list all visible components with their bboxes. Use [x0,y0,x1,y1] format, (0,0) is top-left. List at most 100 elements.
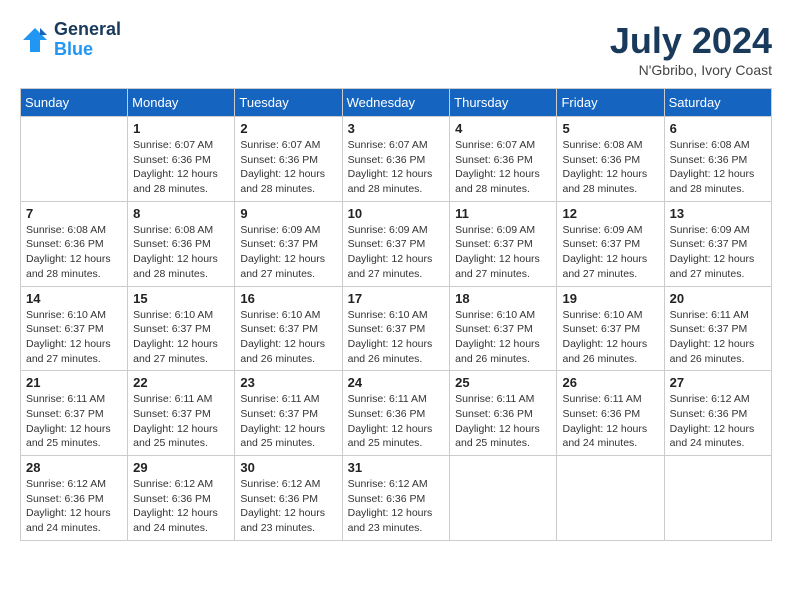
calendar-cell: 13 Sunrise: 6:09 AM Sunset: 6:37 PM Dayli… [664,201,771,286]
day-info: Sunrise: 6:10 AM Sunset: 6:37 PM Dayligh… [133,308,229,367]
day-number: 24 [348,375,445,390]
day-info: Sunrise: 6:12 AM Sunset: 6:36 PM Dayligh… [133,477,229,536]
calendar-cell: 4 Sunrise: 6:07 AM Sunset: 6:36 PM Daylig… [450,117,557,202]
calendar-header-friday: Friday [557,89,664,117]
month-year-title: July 2024 [610,20,772,62]
week-row-5: 28Sunrise: 6:12 AM Sunset: 6:36 PM Dayli… [21,456,772,541]
calendar-cell: 31Sunrise: 6:12 AM Sunset: 6:36 PM Dayli… [342,456,450,541]
day-info: Sunrise: 6:12 AM Sunset: 6:36 PM Dayligh… [670,392,766,451]
calendar-cell: 12Sunrise: 6:09 AM Sunset: 6:37 PM Dayli… [557,201,664,286]
day-info: Sunrise: 6:11 AM Sunset: 6:37 PM Dayligh… [26,392,122,451]
day-number: 2 [240,121,336,136]
calendar-header-saturday: Saturday [664,89,771,117]
calendar-cell: 30 Sunrise: 6:12 AM Sunset: 6:36 PM Dayli… [235,456,342,541]
day-number: 19 [562,291,658,306]
day-info: Sunrise: 6:11 AM Sunset: 6:37 PM Dayligh… [133,392,229,451]
calendar-cell [450,456,557,541]
day-info: Sunrise: 6:08 AM Sunset: 6:36 PM Dayligh… [133,223,229,282]
day-info: Sunrise: 6:09 AM Sunset: 6:37 PM Dayligh… [240,223,336,282]
day-number: 16 [240,291,336,306]
calendar-cell: 16Sunrise: 6:10 AM Sunset: 6:37 PM Dayli… [235,286,342,371]
day-info: Sunrise: 6:07 AM Sunset: 6:36 PM Dayligh… [455,138,551,197]
calendar-cell: 23 Sunrise: 6:11 AM Sunset: 6:37 PM Dayli… [235,371,342,456]
day-number: 25 [455,375,551,390]
calendar-cell: 24 Sunrise: 6:11 AM Sunset: 6:36 PM Dayli… [342,371,450,456]
day-info: Sunrise: 6:12 AM Sunset: 6:36 PM Dayligh… [348,477,445,536]
calendar-cell: 29 Sunrise: 6:12 AM Sunset: 6:36 PM Dayli… [128,456,235,541]
day-info: Sunrise: 6:08 AM Sunset: 6:36 PM Dayligh… [562,138,658,197]
day-info: Sunrise: 6:09 AM Sunset: 6:37 PM Dayligh… [348,223,445,282]
day-info: Sunrise: 6:07 AM Sunset: 6:36 PM Dayligh… [133,138,229,197]
calendar-cell: 26Sunrise: 6:11 AM Sunset: 6:36 PM Dayli… [557,371,664,456]
calendar-header-thursday: Thursday [450,89,557,117]
logo-text: General Blue [54,20,121,60]
day-number: 15 [133,291,229,306]
calendar-cell: 10 Sunrise: 6:09 AM Sunset: 6:37 PM Dayli… [342,201,450,286]
calendar-cell: 19 Sunrise: 6:10 AM Sunset: 6:37 PM Dayli… [557,286,664,371]
calendar-cell: 8 Sunrise: 6:08 AM Sunset: 6:36 PM Daylig… [128,201,235,286]
day-info: Sunrise: 6:07 AM Sunset: 6:36 PM Dayligh… [348,138,445,197]
title-block: July 2024 N'Gbribo, Ivory Coast [610,20,772,78]
calendar-cell: 18 Sunrise: 6:10 AM Sunset: 6:37 PM Dayli… [450,286,557,371]
calendar-cell: 5 Sunrise: 6:08 AM Sunset: 6:36 PM Daylig… [557,117,664,202]
day-info: Sunrise: 6:10 AM Sunset: 6:37 PM Dayligh… [562,308,658,367]
day-info: Sunrise: 6:11 AM Sunset: 6:37 PM Dayligh… [670,308,766,367]
calendar-cell: 9 Sunrise: 6:09 AM Sunset: 6:37 PM Daylig… [235,201,342,286]
day-info: Sunrise: 6:11 AM Sunset: 6:36 PM Dayligh… [562,392,658,451]
location-label: N'Gbribo, Ivory Coast [610,62,772,78]
day-number: 13 [670,206,766,221]
calendar-table: SundayMondayTuesdayWednesdayThursdayFrid… [20,88,772,541]
day-number: 23 [240,375,336,390]
day-number: 27 [670,375,766,390]
day-number: 18 [455,291,551,306]
day-number: 8 [133,206,229,221]
day-info: Sunrise: 6:11 AM Sunset: 6:36 PM Dayligh… [348,392,445,451]
day-number: 1 [133,121,229,136]
week-row-2: 7Sunrise: 6:08 AM Sunset: 6:36 PM Daylig… [21,201,772,286]
logo-blue-label: Blue [54,40,121,60]
page-header: General Blue July 2024 N'Gbribo, Ivory C… [20,20,772,78]
day-number: 17 [348,291,445,306]
day-info: Sunrise: 6:11 AM Sunset: 6:36 PM Dayligh… [455,392,551,451]
day-info: Sunrise: 6:12 AM Sunset: 6:36 PM Dayligh… [26,477,122,536]
day-number: 4 [455,121,551,136]
day-number: 12 [562,206,658,221]
day-info: Sunrise: 6:09 AM Sunset: 6:37 PM Dayligh… [670,223,766,282]
day-info: Sunrise: 6:07 AM Sunset: 6:36 PM Dayligh… [240,138,336,197]
calendar-header-sunday: Sunday [21,89,128,117]
day-number: 6 [670,121,766,136]
day-info: Sunrise: 6:11 AM Sunset: 6:37 PM Dayligh… [240,392,336,451]
calendar-cell: 6 Sunrise: 6:08 AM Sunset: 6:36 PM Daylig… [664,117,771,202]
week-row-4: 21Sunrise: 6:11 AM Sunset: 6:37 PM Dayli… [21,371,772,456]
day-info: Sunrise: 6:08 AM Sunset: 6:36 PM Dayligh… [670,138,766,197]
day-number: 14 [26,291,122,306]
calendar-cell: 21Sunrise: 6:11 AM Sunset: 6:37 PM Dayli… [21,371,128,456]
day-info: Sunrise: 6:12 AM Sunset: 6:36 PM Dayligh… [240,477,336,536]
calendar-cell: 27 Sunrise: 6:12 AM Sunset: 6:36 PM Dayli… [664,371,771,456]
day-info: Sunrise: 6:08 AM Sunset: 6:36 PM Dayligh… [26,223,122,282]
calendar-body: 1 Sunrise: 6:07 AM Sunset: 6:36 PM Daylig… [21,117,772,541]
day-number: 10 [348,206,445,221]
day-number: 5 [562,121,658,136]
logo-general-label: General [54,20,121,40]
day-info: Sunrise: 6:10 AM Sunset: 6:37 PM Dayligh… [455,308,551,367]
calendar-cell: 14 Sunrise: 6:10 AM Sunset: 6:37 PM Dayli… [21,286,128,371]
calendar-cell [664,456,771,541]
day-number: 22 [133,375,229,390]
day-number: 29 [133,460,229,475]
calendar-cell: 11Sunrise: 6:09 AM Sunset: 6:37 PM Dayli… [450,201,557,286]
week-row-3: 14 Sunrise: 6:10 AM Sunset: 6:37 PM Dayli… [21,286,772,371]
calendar-header-tuesday: Tuesday [235,89,342,117]
calendar-header-monday: Monday [128,89,235,117]
day-info: Sunrise: 6:09 AM Sunset: 6:37 PM Dayligh… [455,223,551,282]
logo-icon [20,25,50,55]
week-row-1: 1 Sunrise: 6:07 AM Sunset: 6:36 PM Daylig… [21,117,772,202]
calendar-cell: 28Sunrise: 6:12 AM Sunset: 6:36 PM Dayli… [21,456,128,541]
calendar-cell: 2 Sunrise: 6:07 AM Sunset: 6:36 PM Daylig… [235,117,342,202]
day-number: 30 [240,460,336,475]
day-info: Sunrise: 6:10 AM Sunset: 6:37 PM Dayligh… [26,308,122,367]
calendar-cell [557,456,664,541]
day-info: Sunrise: 6:10 AM Sunset: 6:37 PM Dayligh… [348,308,445,367]
day-number: 9 [240,206,336,221]
calendar-cell [21,117,128,202]
